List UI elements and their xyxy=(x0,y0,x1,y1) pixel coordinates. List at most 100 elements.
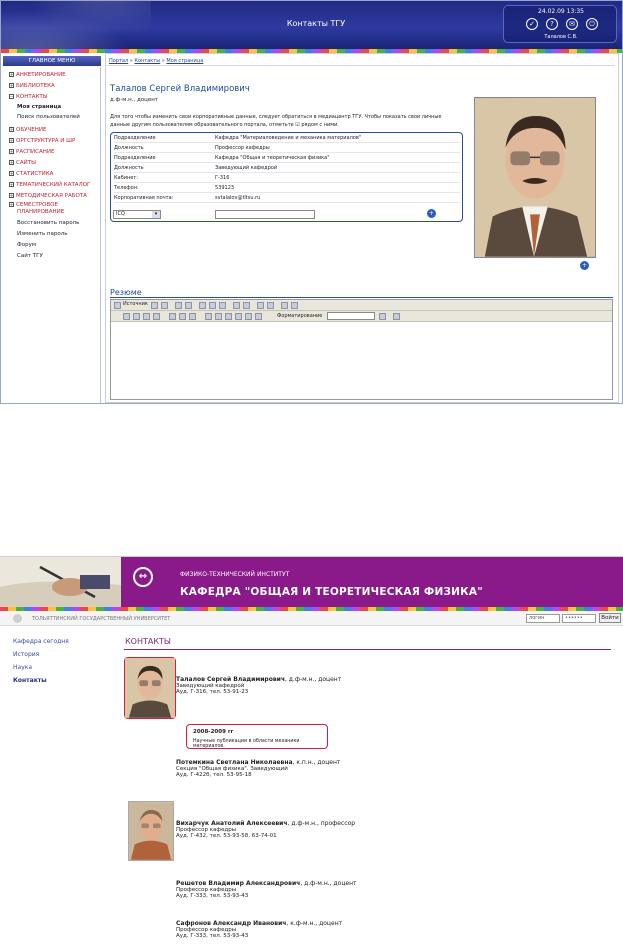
source-icon[interactable] xyxy=(114,302,121,309)
image-icon[interactable] xyxy=(205,313,212,320)
smiley-icon[interactable] xyxy=(245,313,252,320)
maximize-icon[interactable] xyxy=(379,313,386,320)
align-left-icon[interactable] xyxy=(123,313,130,320)
table-icon[interactable] xyxy=(225,313,232,320)
menu-label: СТАТИСТИКА xyxy=(16,171,54,177)
login-input[interactable]: логин xyxy=(526,614,560,623)
align-center-icon[interactable] xyxy=(133,313,140,320)
row-value: 539123 xyxy=(215,185,235,191)
crumb-contacts[interactable]: Контакты xyxy=(134,58,160,64)
menu-item-library[interactable]: + БИБЛИОТЕКА xyxy=(9,83,55,89)
menu-label: ТЕМАТИЧЕСКИЙ КАТАЛОГ xyxy=(16,182,91,188)
unlink-icon[interactable] xyxy=(179,313,186,320)
link-icon[interactable] xyxy=(169,313,176,320)
align-right-icon[interactable] xyxy=(143,313,150,320)
row-value: Заведующий кафедрой xyxy=(215,165,278,171)
nav-department-today[interactable]: Кафедра сегодня xyxy=(13,638,69,645)
messenger-input[interactable] xyxy=(215,210,315,219)
menu-item-education[interactable]: + ОБУЧЕНИЕ xyxy=(9,127,46,133)
row-value: svtalalov@tltsu.ru xyxy=(215,195,261,201)
institute-logo[interactable]: ↔ xyxy=(133,567,153,587)
expand-icon: + xyxy=(9,83,14,88)
format-select[interactable] xyxy=(327,312,375,320)
menu-item-survey[interactable]: + АНКЕТИРОВАНИЕ xyxy=(9,72,66,78)
check-icon[interactable]: ✓ xyxy=(526,18,538,30)
menu-item-planning-2[interactable]: ПЛАНИРОВАНИЕ xyxy=(17,209,64,215)
bold-icon[interactable] xyxy=(199,302,206,309)
menu-item-catalog[interactable]: + ТЕМАТИЧЕСКИЙ КАТАЛОГ xyxy=(9,182,90,188)
flash-icon[interactable] xyxy=(215,313,222,320)
power-icon[interactable]: ⏻ xyxy=(586,18,598,30)
menu-item-planning[interactable]: + СЕМЕСТРОВОЕ xyxy=(9,202,58,208)
person-name: Вихарчук Анатолий Алексеевич xyxy=(176,820,288,827)
person-card: Решетов Владимир Александрович, д.ф-м.н.… xyxy=(176,880,357,899)
password-input[interactable]: •••••• xyxy=(562,614,596,623)
messenger-select[interactable]: ICQ ▾ xyxy=(113,210,161,219)
outdent-icon[interactable] xyxy=(281,302,288,309)
crumb-my-page[interactable]: Моя страница xyxy=(166,58,203,64)
link-change-password[interactable]: Изменить пароль xyxy=(17,231,68,237)
help-icon[interactable]: ? xyxy=(546,18,558,30)
hr-icon[interactable] xyxy=(235,313,242,320)
source-button-label[interactable]: Источник xyxy=(123,301,148,307)
profile-degree: д.ф-м.н., доцент xyxy=(110,97,159,103)
help-icon[interactable] xyxy=(393,313,400,320)
breadcrumb: Портал » Контакты » Моя страница xyxy=(109,58,203,64)
menu-item-statistics[interactable]: + СТАТИСТИКА xyxy=(9,171,53,177)
anchor-icon[interactable] xyxy=(189,313,196,320)
login-button[interactable]: Войти xyxy=(599,613,621,623)
photo-upload-button[interactable]: + xyxy=(580,261,589,270)
expand-icon: + xyxy=(9,72,14,77)
link-forum[interactable]: Форум xyxy=(17,242,36,248)
redo-icon[interactable] xyxy=(161,302,168,309)
user-name: Талалов С.В. xyxy=(544,34,578,40)
divider xyxy=(107,65,615,66)
bullet-list-icon[interactable] xyxy=(267,302,274,309)
link-restore-password[interactable]: Восстановить пароль xyxy=(17,220,79,226)
special-char-icon[interactable] xyxy=(255,313,262,320)
ordered-list-icon[interactable] xyxy=(257,302,264,309)
expand-icon: + xyxy=(9,149,14,154)
indent-icon[interactable] xyxy=(291,302,298,309)
menu-item-schedule[interactable]: + РАСПИСАНИЕ xyxy=(9,149,55,155)
profile-name: Талалов Сергей Владимирович xyxy=(110,84,250,94)
menu-item-orgstructure[interactable]: + ОРГСТРУКТУРА И ШР xyxy=(9,138,75,144)
person-contacts: Ауд. Г-333, тел. 53-93-43 xyxy=(176,893,249,899)
crumb-portal[interactable]: Портал xyxy=(109,58,128,64)
department-name: КАФЕДРА "ОБЩАЯ И ТЕОРЕТИЧЕСКАЯ ФИЗИКА" xyxy=(180,586,483,598)
submenu-my-page[interactable]: Моя страница xyxy=(17,104,61,110)
nav-history[interactable]: История xyxy=(13,651,39,658)
italic-icon[interactable] xyxy=(209,302,216,309)
expand-icon: + xyxy=(9,202,14,207)
person-degree: , к.ф-м.н., доцент xyxy=(286,920,343,927)
resume-editor[interactable]: Источник Форматирование xyxy=(110,299,613,400)
row-value: Профессор кафедры xyxy=(215,145,270,151)
writing-hand-image xyxy=(0,557,121,607)
undo-icon[interactable] xyxy=(151,302,158,309)
row-key: Телефон: xyxy=(114,185,139,191)
menu-item-sites[interactable]: + САЙТЫ xyxy=(9,160,36,166)
find-icon[interactable] xyxy=(175,302,182,309)
menu-item-contacts[interactable]: − КОНТАКТЫ xyxy=(9,94,48,100)
submenu-user-search[interactable]: Поиск пользователей xyxy=(17,114,80,120)
portal-screenshot: Контакты ТГУ 24.02.09 13:35 ✓ ? ✉ ⏻ Тала… xyxy=(0,0,623,404)
nav-science[interactable]: Наука xyxy=(13,664,32,671)
publications-years: 2008-2009 гг xyxy=(193,729,234,735)
add-contact-button[interactable]: + xyxy=(427,209,436,218)
portrait-image xyxy=(125,658,175,718)
subscript-icon[interactable] xyxy=(233,302,240,309)
link-tgu-site[interactable]: Сайт ТГУ xyxy=(17,253,43,259)
expand-icon: + xyxy=(9,160,14,165)
menu-item-methodical[interactable]: + МЕТОДИЧЕСКАЯ РАБОТА xyxy=(9,193,87,199)
publications-box[interactable]: 2008-2009 гг Научные публикации в област… xyxy=(186,724,328,749)
resume-title: Резюме xyxy=(110,288,142,297)
align-justify-icon[interactable] xyxy=(153,313,160,320)
replace-icon[interactable] xyxy=(185,302,192,309)
menu-label: СЕМЕСТРОВОЕ xyxy=(16,202,58,208)
strike-icon[interactable] xyxy=(219,302,226,309)
person-contacts: Ауд. Г-316, тел. 53-91-23 xyxy=(176,689,249,695)
mail-icon[interactable]: ✉ xyxy=(566,18,578,30)
superscript-icon[interactable] xyxy=(243,302,250,309)
nav-contacts[interactable]: Контакты xyxy=(13,677,47,684)
editor-toolbar-2: Форматирование xyxy=(111,311,612,322)
